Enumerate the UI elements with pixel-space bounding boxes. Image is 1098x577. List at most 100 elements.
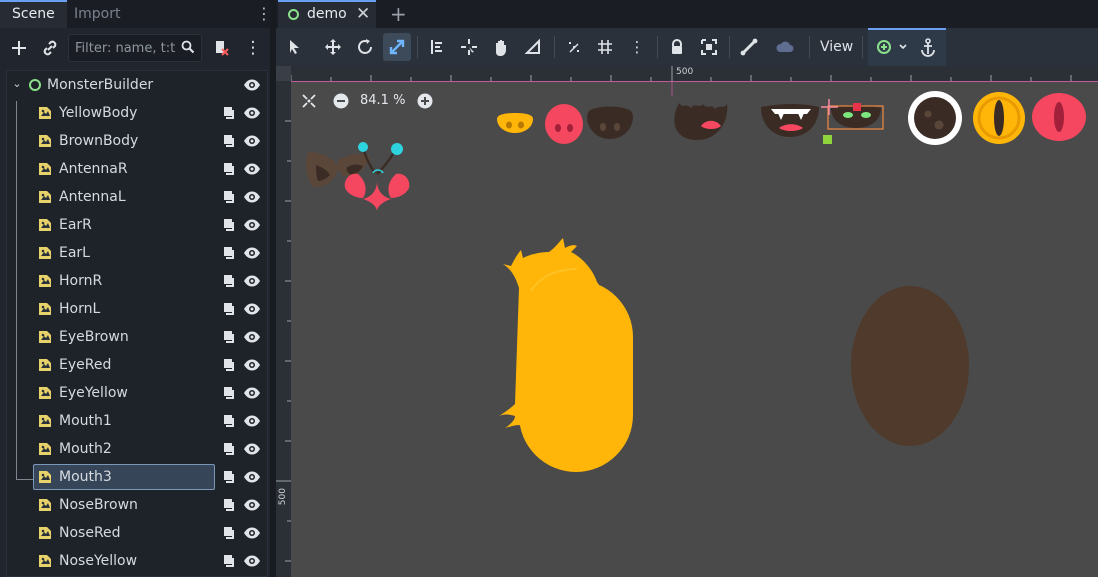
visibility-eye-icon[interactable] [243, 498, 261, 512]
visibility-eye-icon[interactable] [243, 330, 261, 344]
snap-options-icon[interactable]: ⋮ [623, 33, 651, 61]
script-icon[interactable] [220, 329, 236, 345]
filter-nodes-field[interactable] [68, 34, 202, 62]
visibility-eye-icon[interactable] [243, 414, 261, 428]
anchor-presets-button[interactable] [870, 33, 914, 61]
group-button[interactable] [695, 33, 723, 61]
mouth3-sprite[interactable] [821, 99, 884, 144]
script-icon[interactable] [220, 105, 236, 121]
eye-brown-sprite[interactable] [908, 91, 962, 145]
script-icon[interactable] [220, 497, 236, 513]
close-icon[interactable]: ✕ [356, 2, 370, 26]
add-tab-icon[interactable]: + [390, 0, 407, 28]
pan-mode-button[interactable] [487, 33, 515, 61]
zoom-out-icon[interactable] [332, 92, 350, 110]
ruler-mode-button[interactable] [519, 33, 547, 61]
script-icon[interactable] [220, 553, 236, 569]
tree-row[interactable]: HornL [7, 295, 267, 323]
visibility-eye-icon[interactable] [243, 218, 261, 232]
canvas-viewport[interactable]: 500 500 84.1 % [276, 66, 1098, 577]
tree-row[interactable]: AntennaL [7, 183, 267, 211]
visibility-eye-icon[interactable] [243, 554, 261, 568]
tree-row[interactable]: NoseRed [7, 519, 267, 547]
canvas-content[interactable] [291, 81, 1098, 577]
tree-row[interactable]: BrownBody [7, 127, 267, 155]
list-select-button[interactable] [423, 33, 451, 61]
view-menu[interactable]: View [816, 33, 857, 61]
visibility-eye-icon[interactable] [243, 78, 261, 92]
tree-options-icon[interactable]: ⋮ [240, 35, 266, 61]
nose-yellow-sprite[interactable] [497, 113, 533, 133]
script-icon[interactable] [220, 441, 236, 457]
visibility-eye-icon[interactable] [243, 386, 261, 400]
mouth1-sprite[interactable] [674, 103, 728, 140]
tree-row[interactable]: AntennaR [7, 155, 267, 183]
filter-input[interactable] [75, 39, 179, 57]
nose-brown-sprite[interactable] [587, 106, 633, 140]
dock-menu-icon[interactable]: ⋮ [256, 4, 272, 24]
anchor-mode-button[interactable] [914, 33, 942, 61]
tree-row[interactable]: HornR [7, 267, 267, 295]
scene-tab-demo[interactable]: demo ✕ [278, 0, 376, 28]
zoom-in-icon[interactable] [416, 92, 434, 110]
tree-row[interactable]: Mouth1 [7, 407, 267, 435]
mouth2-sprite[interactable] [761, 104, 819, 137]
eye-red-sprite[interactable] [1032, 93, 1086, 141]
tree-row[interactable]: EarL [7, 239, 267, 267]
zoom-level-label[interactable]: 84.1 % [360, 92, 405, 110]
nose-red-sprite[interactable] [545, 104, 583, 144]
script-icon[interactable] [220, 469, 236, 485]
ruler-pivot-button[interactable] [455, 33, 483, 61]
vertical-ruler[interactable]: 500 [276, 66, 291, 577]
tree-row[interactable]: EyeBrown [7, 323, 267, 351]
tree-row[interactable]: NoseBrown [7, 491, 267, 519]
visibility-eye-icon[interactable] [243, 134, 261, 148]
visibility-eye-icon[interactable] [243, 274, 261, 288]
ears-antennas-sprites[interactable] [305, 142, 410, 211]
zoom-reset-icon[interactable] [300, 92, 318, 110]
visibility-eye-icon[interactable] [243, 526, 261, 540]
script-icon[interactable] [220, 133, 236, 149]
instance-scene-button[interactable] [37, 35, 63, 61]
tab-import[interactable]: Import [62, 0, 132, 28]
script-icon[interactable] [220, 217, 236, 233]
visibility-eye-icon[interactable] [243, 190, 261, 204]
collapse-arrow-icon[interactable]: ⌄ [10, 77, 24, 91]
visibility-eye-icon[interactable] [243, 442, 261, 456]
tree-row[interactable]: YellowBody [7, 99, 267, 127]
grid-snap-button[interactable] [591, 33, 619, 61]
rotate-mode-button[interactable] [351, 33, 379, 61]
script-icon[interactable] [220, 161, 236, 177]
tree-row[interactable]: Mouth3 [7, 463, 267, 491]
attach-script-button[interactable] [208, 35, 234, 61]
script-icon[interactable] [220, 301, 236, 317]
tree-row[interactable]: EyeRed [7, 351, 267, 379]
move-mode-button[interactable] [319, 33, 347, 61]
select-mode-button[interactable] [280, 33, 308, 61]
tree-row-root[interactable]: ⌄ MonsterBuilder [7, 71, 267, 99]
script-icon[interactable] [220, 273, 236, 289]
brown-body-sprite[interactable] [851, 286, 969, 446]
script-icon[interactable] [220, 413, 236, 429]
visibility-eye-icon[interactable] [243, 246, 261, 260]
visibility-eye-icon[interactable] [243, 358, 261, 372]
script-icon[interactable] [220, 189, 236, 205]
visibility-eye-icon[interactable] [243, 162, 261, 176]
tree-row[interactable]: EyeYellow [7, 379, 267, 407]
script-icon[interactable] [220, 525, 236, 541]
scale-mode-button[interactable] [383, 33, 411, 61]
smart-snap-button[interactable] [560, 33, 588, 61]
tab-scene[interactable]: Scene [0, 0, 67, 28]
add-node-button[interactable] [6, 35, 32, 61]
lock-button[interactable] [663, 33, 691, 61]
visibility-eye-icon[interactable] [243, 470, 261, 484]
visibility-eye-icon[interactable] [243, 106, 261, 120]
particles-button[interactable] [771, 33, 799, 61]
script-icon[interactable] [220, 357, 236, 373]
tree-row[interactable]: Mouth2 [7, 435, 267, 463]
skeleton-button[interactable] [735, 33, 763, 61]
visibility-eye-icon[interactable] [243, 302, 261, 316]
script-icon[interactable] [220, 245, 236, 261]
yellow-body-sprite[interactable] [499, 238, 633, 472]
tree-row[interactable]: EarR [7, 211, 267, 239]
